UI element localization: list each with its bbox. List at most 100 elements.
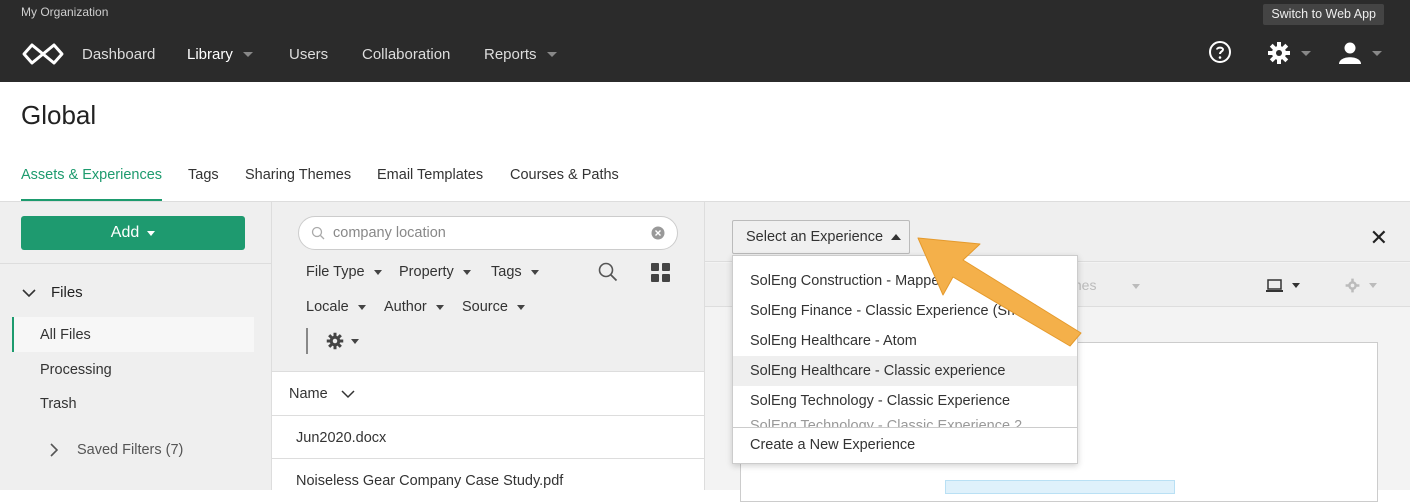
nav-collaboration-label: Collaboration xyxy=(362,46,451,63)
sidebar-item-processing[interactable]: Processing xyxy=(40,362,112,378)
top-navigation-bar: My Organization Switch to Web App Dashbo… xyxy=(0,0,1410,82)
gear-icon xyxy=(1268,42,1290,64)
chevron-down-icon xyxy=(373,269,382,275)
laptop-icon xyxy=(1266,279,1283,292)
sidebar: Add Files All Files Processing Trash Sav… xyxy=(0,202,272,490)
page-title: Global xyxy=(21,100,97,130)
grid-view-icon[interactable] xyxy=(651,263,670,282)
chevron-down-icon xyxy=(242,52,253,57)
saved-filters-toggle[interactable]: Saved Filters (7) xyxy=(50,442,183,458)
add-button[interactable]: Add xyxy=(21,216,245,250)
nav-collaboration[interactable]: Collaboration xyxy=(362,46,450,63)
preview-settings-menu[interactable] xyxy=(1345,278,1377,293)
search-input[interactable] xyxy=(333,225,651,241)
dropdown-item-construction-mapper[interactable]: SolEng Construction - Mapper xyxy=(733,266,1077,296)
filter-tags[interactable]: Tags xyxy=(491,264,539,280)
filter-tags-label: Tags xyxy=(491,264,522,280)
chevron-down-icon xyxy=(462,269,471,275)
nav-dashboard-label: Dashboard xyxy=(82,46,156,63)
organization-name: My Organization xyxy=(21,5,109,19)
chevron-down-icon xyxy=(1292,283,1300,288)
close-icon[interactable]: ✕ xyxy=(1370,227,1388,249)
filter-author[interactable]: Author xyxy=(384,299,444,315)
dropdown-item-healthcare-atom[interactable]: SolEng Healthcare - Atom xyxy=(733,326,1077,356)
table-row[interactable]: Jun2020.docx xyxy=(296,430,386,446)
filter-settings-menu[interactable] xyxy=(326,332,359,350)
chevron-down-icon xyxy=(516,304,525,310)
table-row[interactable]: Noiseless Gear Company Case Study.pdf xyxy=(296,473,563,489)
chevron-down-icon xyxy=(147,230,156,236)
chevron-down-icon xyxy=(1372,50,1382,56)
filter-locale[interactable]: Locale xyxy=(306,299,366,315)
chevron-down-icon xyxy=(1369,283,1377,288)
user-menu[interactable] xyxy=(1338,42,1382,64)
clear-search-icon[interactable] xyxy=(651,226,665,240)
file-list: Name Jun2020.docx Noiseless Gear Company… xyxy=(272,371,704,490)
tab-tags[interactable]: Tags xyxy=(188,167,219,183)
chevron-down-icon xyxy=(1132,284,1140,289)
search-icon xyxy=(311,226,325,240)
chevron-down-icon xyxy=(530,269,539,275)
filter-divider xyxy=(306,328,308,354)
filter-source[interactable]: Source xyxy=(462,299,525,315)
user-icon xyxy=(1339,42,1361,64)
filter-file-type-label: File Type xyxy=(306,264,365,280)
dropdown-item-partial[interactable]: SolEng Technology - Classic Experience 2 xyxy=(750,419,1022,427)
chevron-down-icon xyxy=(546,52,557,57)
sidebar-item-trash[interactable]: Trash xyxy=(40,396,77,412)
dropdown-divider xyxy=(733,427,1077,428)
device-preview-menu[interactable] xyxy=(1266,279,1300,292)
filter-locale-label: Locale xyxy=(306,299,349,315)
search-icon[interactable] xyxy=(598,262,618,282)
files-section-toggle[interactable]: Files xyxy=(22,284,83,301)
filter-source-label: Source xyxy=(462,299,508,315)
logo-infinity-icon[interactable] xyxy=(21,41,65,67)
row-divider xyxy=(272,415,704,416)
experience-dropdown-menu: SolEng Construction - Mapper SolEng Fina… xyxy=(732,255,1078,464)
chevron-down-icon xyxy=(357,304,366,310)
chevron-right-icon xyxy=(50,443,58,457)
create-new-experience-button[interactable]: Create a New Experience xyxy=(750,437,915,453)
help-icon[interactable] xyxy=(1208,40,1232,64)
nav-reports-label: Reports xyxy=(484,46,537,63)
chevron-down-icon xyxy=(22,288,36,297)
tab-email-templates[interactable]: Email Templates xyxy=(377,167,483,183)
nav-reports[interactable]: Reports xyxy=(484,46,557,63)
tab-assets-experiences[interactable]: Assets & Experiences xyxy=(21,167,162,183)
sort-chevron-down-icon xyxy=(341,389,355,398)
sidebar-item-all-files[interactable]: All Files xyxy=(40,327,91,343)
filter-file-type[interactable]: File Type xyxy=(306,264,382,280)
nav-dashboard[interactable]: Dashboard xyxy=(82,46,155,63)
filter-property[interactable]: Property xyxy=(399,264,471,280)
dropdown-item-healthcare-classic[interactable]: SolEng Healthcare - Classic experience xyxy=(733,356,1077,386)
file-browser-panel: File Type Property Tags Locale Author So… xyxy=(272,202,705,490)
filter-property-label: Property xyxy=(399,264,454,280)
select-experience-label: Select an Experience xyxy=(746,229,884,245)
search-box xyxy=(298,216,678,250)
settings-menu[interactable] xyxy=(1267,41,1311,65)
tab-courses-paths[interactable]: Courses & Paths xyxy=(510,167,619,183)
gear-icon xyxy=(1345,278,1360,293)
chevron-down-icon xyxy=(1301,50,1311,56)
select-experience-dropdown[interactable]: Select an Experience xyxy=(732,220,910,254)
sidebar-divider xyxy=(0,263,271,264)
add-button-label: Add xyxy=(110,224,140,241)
chevron-down-icon xyxy=(435,304,444,310)
saved-filters-label: Saved Filters (7) xyxy=(77,442,184,458)
nav-library[interactable]: Library xyxy=(187,46,253,63)
name-column-label: Name xyxy=(289,386,328,402)
dropdown-item-technology-classic[interactable]: SolEng Technology - Classic Experience xyxy=(733,386,1077,416)
tab-sharing-themes[interactable]: Sharing Themes xyxy=(245,167,351,183)
chevron-down-icon xyxy=(351,338,359,344)
files-section-label: Files xyxy=(51,284,83,301)
chevron-up-icon xyxy=(891,234,902,240)
switch-to-web-app-button[interactable]: Switch to Web App xyxy=(1263,4,1384,25)
dropdown-item-finance-classic[interactable]: SolEng Finance - Classic Experience (Sma… xyxy=(733,296,1077,326)
nav-library-label: Library xyxy=(187,46,233,63)
filter-author-label: Author xyxy=(384,299,427,315)
row-divider xyxy=(272,458,704,459)
nav-users[interactable]: Users xyxy=(289,46,328,63)
preview-content-block xyxy=(945,480,1175,494)
gear-icon xyxy=(326,332,344,350)
name-column-header[interactable]: Name xyxy=(289,386,355,402)
